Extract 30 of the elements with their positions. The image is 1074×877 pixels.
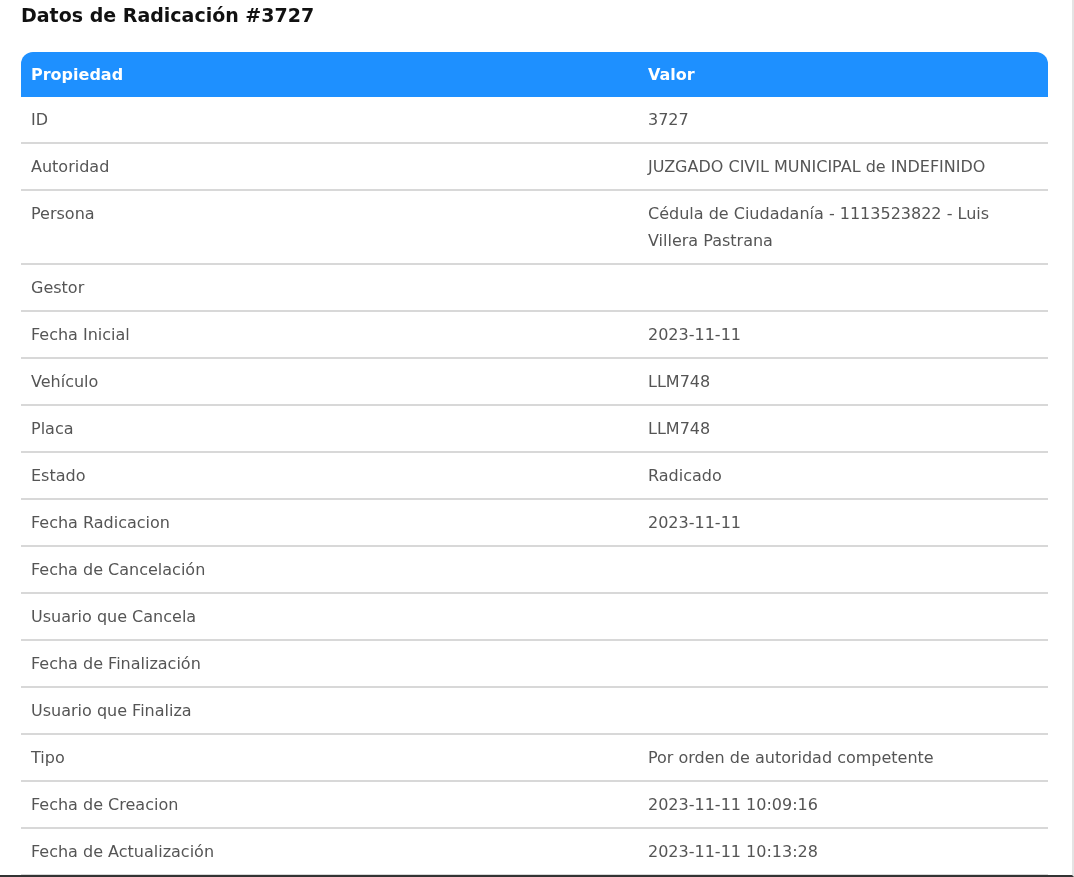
property-label: Gestor <box>31 278 85 297</box>
property-label: Autoridad <box>31 157 110 176</box>
value-text: Por orden de autoridad competente <box>648 748 934 767</box>
property-label: Vehículo <box>31 372 99 391</box>
value-text: LLM748 <box>648 419 711 438</box>
property-label: Tipo <box>31 748 65 767</box>
property-label: Persona <box>31 204 95 223</box>
page-title: Datos de Radicación #3727 <box>21 4 315 26</box>
property-label: Estado <box>31 466 86 485</box>
property-label: Fecha de Cancelación <box>31 560 206 579</box>
property-label: Fecha de Finalización <box>31 654 201 673</box>
value-text: 2023-11-11 10:09:16 <box>648 795 818 814</box>
value-text: 2023-11-11 10:13:28 <box>648 842 818 861</box>
property-label: Fecha de Actualización <box>31 842 215 861</box>
property-label: Placa <box>31 419 74 438</box>
value-text: 2023-11-11 <box>648 513 741 532</box>
value-text: JUZGADO CIVIL MUNICIPAL de INDEFINIDO <box>648 157 986 176</box>
value-text: LLM748 <box>648 372 711 391</box>
value-text: Cédula de Ciudadanía - 1113523822 - Luis Villera Pastrana <box>648 204 990 250</box>
column-header: Valor <box>638 52 1048 97</box>
value-text: 2023-11-11 <box>648 325 741 344</box>
property-label: Fecha de Creacion <box>31 795 179 814</box>
column-header: Propiedad <box>21 52 638 97</box>
value-text: Radicado <box>648 466 722 485</box>
property-label: Usuario que Finaliza <box>31 701 192 720</box>
property-label: Fecha Inicial <box>31 325 130 344</box>
property-label: Usuario que Cancela <box>31 607 197 626</box>
value-text: 3727 <box>648 110 689 129</box>
property-label: ID <box>31 110 49 129</box>
property-label: Fecha Radicacion <box>31 513 170 532</box>
